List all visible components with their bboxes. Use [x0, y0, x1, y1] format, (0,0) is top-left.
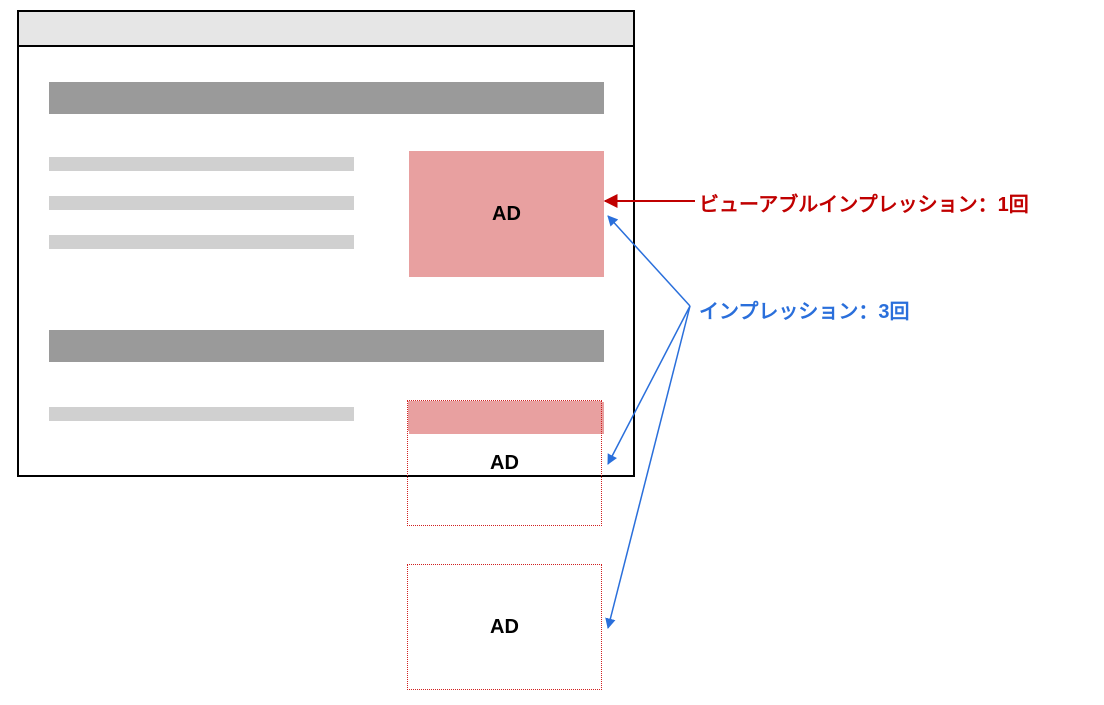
- text-line: [49, 157, 354, 171]
- ad-slot-3: AD: [407, 564, 602, 690]
- ad-slot-2-fill-overlay: [408, 401, 601, 431]
- heading-bar-2: [49, 330, 604, 362]
- diagram-canvas: AD AD AD ビューアブルインプレッション：1回 インプレッション：3回: [0, 0, 1104, 705]
- heading-bar-1: [49, 82, 604, 114]
- text-line: [49, 407, 354, 421]
- ad-label: AD: [490, 616, 519, 639]
- viewable-impression-label: ビューアブルインプレッション：1回: [699, 188, 1029, 217]
- ad-label: AD: [490, 452, 519, 475]
- browser-tabbar: [19, 12, 633, 47]
- ad-label: AD: [492, 203, 521, 226]
- text-line: [49, 235, 354, 249]
- impression-label: インプレッション：3回: [699, 295, 910, 324]
- text-line: [49, 196, 354, 210]
- ad-slot-1: AD: [409, 151, 604, 277]
